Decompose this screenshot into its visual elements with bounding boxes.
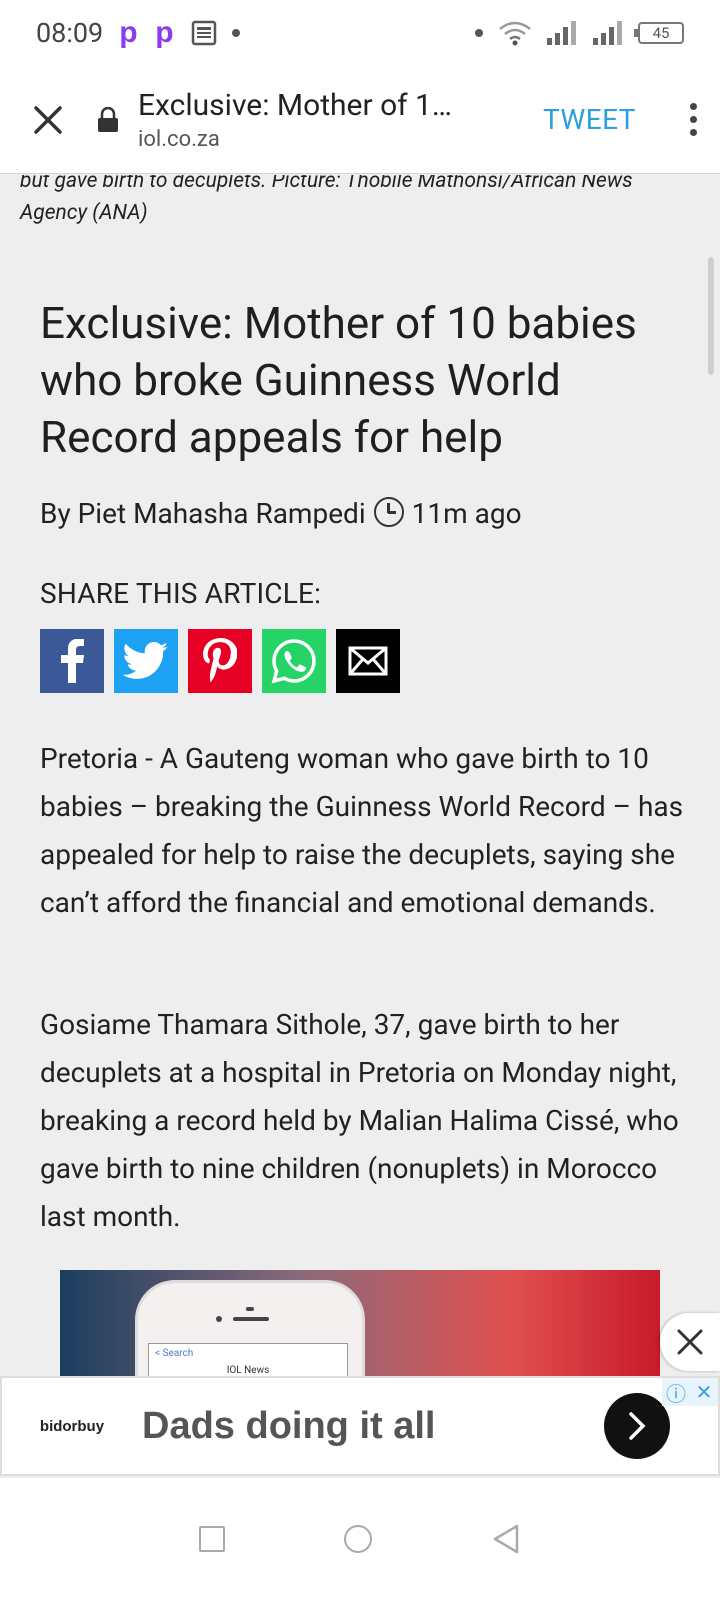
- article-content: but gave birth to decuplets. Picture: Th…: [0, 175, 720, 1395]
- share-label: SHARE THIS ARTICLE:: [40, 577, 322, 610]
- tweet-button[interactable]: TWEET: [543, 103, 636, 136]
- recents-button[interactable]: [199, 1526, 226, 1552]
- pinterest-icon: [203, 638, 237, 683]
- chevron-right-icon: [629, 1412, 646, 1440]
- lock-icon: [96, 66, 120, 174]
- whatsapp-share-button[interactable]: [262, 629, 326, 693]
- close-icon: [34, 105, 62, 134]
- signal-icon: [547, 21, 576, 45]
- twitter-icon: [123, 642, 168, 679]
- byline: By Piet Mahasha Rampedi 11m ago: [40, 496, 522, 530]
- facebook-share-button[interactable]: [40, 629, 104, 693]
- notification-icons: p p: [119, 16, 241, 49]
- status-bar: 08:09 p p 45: [0, 0, 720, 66]
- close-icon: [677, 1329, 703, 1355]
- close-button[interactable]: [0, 66, 96, 174]
- page-title-block: Exclusive: Mother of 1… iol.co.za: [138, 88, 543, 152]
- battery-icon: 45: [634, 22, 684, 44]
- close-icon[interactable]: ✕: [690, 1378, 718, 1406]
- dot-icon: [232, 29, 241, 37]
- dot-icon: [475, 29, 483, 37]
- home-button[interactable]: [343, 1525, 372, 1553]
- author[interactable]: By Piet Mahasha Rampedi: [40, 497, 366, 530]
- article-headline: Exclusive: Mother of 10 babies who broke…: [40, 297, 637, 463]
- custom-tab-toolbar: Exclusive: Mother of 1… iol.co.za TWEET: [0, 66, 720, 174]
- article-paragraph: Gosiame Thamara Sithole, 37, gave birth …: [40, 1008, 679, 1233]
- ad-text: Dads doing it all: [142, 1404, 436, 1447]
- system-nav-bar: [0, 1478, 720, 1600]
- ad-choices[interactable]: ⓘ ✕: [662, 1378, 718, 1406]
- ad-banner[interactable]: bidorbuy Dads doing it all ⓘ ✕: [0, 1376, 720, 1476]
- image-screen-back-text: < Search: [155, 1348, 194, 1359]
- wifi-icon: [499, 21, 531, 46]
- more-options-icon[interactable]: [666, 66, 720, 174]
- ad-close-button[interactable]: [660, 1313, 720, 1371]
- article-paragraph: Pretoria - A Gauteng woman who gave birt…: [40, 742, 684, 919]
- page-title: Exclusive: Mother of 1…: [138, 87, 452, 123]
- email-share-button[interactable]: [336, 629, 400, 693]
- scrollbar[interactable]: [708, 257, 714, 375]
- image-screen-title: IOL News: [226, 1365, 270, 1376]
- back-button[interactable]: [491, 1523, 521, 1555]
- share-buttons: [40, 629, 400, 693]
- time-ago: 11m ago: [411, 497, 522, 530]
- image-caption: but gave birth to decuplets. Picture: Th…: [20, 175, 633, 225]
- info-icon[interactable]: ⓘ: [662, 1378, 690, 1406]
- pinterest-share-button[interactable]: [188, 629, 252, 693]
- twitter-share-button[interactable]: [114, 629, 178, 693]
- status-time: 08:09: [36, 17, 104, 49]
- system-icons: 45: [474, 20, 684, 46]
- email-icon: [348, 646, 388, 676]
- signal-icon: [593, 21, 622, 45]
- ad-cta-button[interactable]: [604, 1393, 670, 1459]
- clock-icon: [373, 496, 404, 527]
- app-notification-icon: p: [155, 16, 174, 49]
- whatsapp-icon: [271, 639, 316, 684]
- facebook-icon: [61, 639, 84, 683]
- app-notification-icon: p: [119, 16, 138, 49]
- news-icon: [192, 20, 217, 46]
- page-url: iol.co.za: [138, 126, 220, 152]
- ad-brand-logo: bidorbuy: [39, 1417, 105, 1435]
